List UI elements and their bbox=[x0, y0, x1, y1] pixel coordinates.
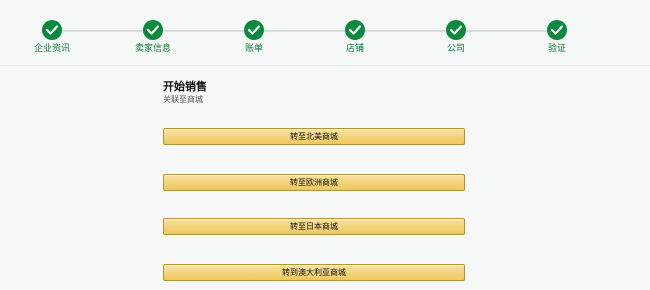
north-america-marketplace-button[interactable]: 转至北美商城 bbox=[163, 128, 465, 145]
check-icon bbox=[446, 20, 466, 40]
step-label: 账单 bbox=[244, 44, 263, 54]
step-business-info: 企业资讯 bbox=[12, 20, 92, 55]
start-selling-section: 开始销售 关联至商城 bbox=[163, 80, 465, 105]
step-label: 公司 bbox=[446, 44, 465, 54]
check-icon bbox=[42, 20, 62, 40]
step-label: 店铺 bbox=[345, 44, 364, 54]
check-icon bbox=[345, 20, 365, 40]
step-label: 企业资讯 bbox=[33, 44, 70, 54]
step-label: 卖家信息 bbox=[134, 44, 171, 54]
step-label: 验证 bbox=[547, 44, 566, 54]
step-store: 店铺 bbox=[315, 20, 395, 55]
page-title: 开始销售 bbox=[163, 80, 207, 93]
japan-marketplace-button[interactable]: 转至日本商城 bbox=[163, 218, 465, 235]
registration-page: 企业资讯 卖家信息 账单 店铺 公司 验证 开始销售 关联至商城 转至北美商城 … bbox=[0, 0, 650, 290]
australia-marketplace-button[interactable]: 转到澳大利亚商城 bbox=[163, 264, 465, 281]
divider bbox=[0, 65, 650, 66]
page-subtitle: 关联至商城 bbox=[163, 95, 203, 104]
check-icon bbox=[244, 20, 264, 40]
step-verification: 验证 bbox=[517, 20, 597, 55]
check-icon bbox=[143, 20, 163, 40]
step-seller-info: 卖家信息 bbox=[113, 20, 193, 55]
europe-marketplace-button[interactable]: 转至欧洲商城 bbox=[163, 174, 465, 191]
step-company: 公司 bbox=[416, 20, 496, 55]
step-billing: 账单 bbox=[214, 20, 294, 55]
check-icon bbox=[547, 20, 567, 40]
progress-stepper: 企业资讯 卖家信息 账单 店铺 公司 验证 bbox=[0, 0, 650, 70]
